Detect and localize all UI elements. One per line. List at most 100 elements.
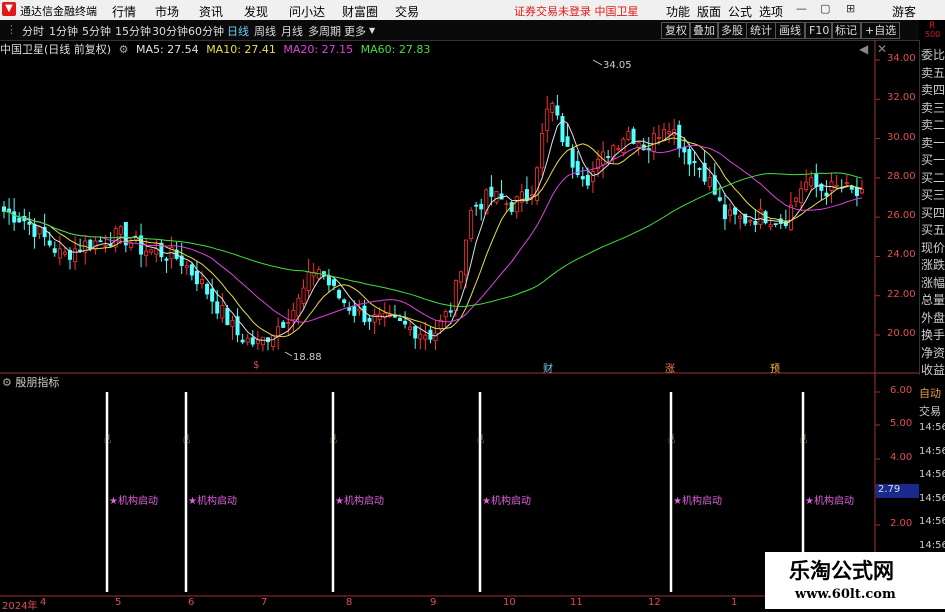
indicator-level-label: 6.00 [890,385,913,396]
candle [281,321,286,328]
quote-field-label[interactable]: 收益 [921,361,945,378]
candle [763,211,768,224]
hand-pointer-icon: ☝ [800,432,808,446]
quote-field-label[interactable]: 卖四 [921,81,945,98]
date-tick-label: 6 [188,597,195,608]
quote-field-label[interactable]: 买四 [921,204,945,221]
candle [651,133,656,152]
current-value: 2.79 [878,484,901,495]
candle [565,136,570,147]
candle [98,240,103,243]
quote-field-label[interactable]: 卖五 [921,64,945,81]
candle [367,318,372,322]
candle [2,206,7,212]
candle [32,223,37,237]
auto-label[interactable]: 自动 [919,385,941,401]
quote-field-label[interactable]: 买三 [921,186,945,203]
candle [545,108,550,131]
quote-field-label[interactable]: 换手 [921,326,945,343]
price-tick-label: 28.00 [887,170,916,182]
watermark-url: www.60lt.com [795,587,896,602]
signal-label: ★机构启动 [188,496,237,507]
candle [149,249,154,253]
current-value-box: 2.79 [876,484,919,498]
signal-label: ★机构启动 [335,496,384,507]
candle [118,226,123,235]
candle [408,326,413,331]
ma20-line [3,144,863,323]
candle [722,204,727,220]
quote-field-label[interactable]: 现价 [921,239,945,256]
candle [687,149,692,165]
candle [728,209,733,216]
trade-time: 14:56 [919,469,945,480]
candle [692,161,697,164]
price-tick-label: 26.00 [887,210,916,222]
candle [570,148,575,168]
marker-rise[interactable]: 涨 [665,360,675,375]
signal-label: ★机构启动 [673,496,722,507]
quote-field-label[interactable]: 总量 [921,291,945,308]
candle [489,186,494,197]
candle [413,326,418,339]
price-tick-label: 24.00 [887,249,916,261]
candle [479,203,484,210]
kline-chart[interactable]: 34.05 18.88 [0,0,945,609]
quote-field-label[interactable]: 涨跌 [921,256,945,273]
quote-field-label[interactable]: 卖二 [921,116,945,133]
candle [189,264,194,276]
candle [753,220,758,225]
candle [57,248,62,259]
candle [225,307,230,326]
indicator-level-label: 4.00 [890,452,913,463]
low-pointer [284,351,293,357]
candle [860,188,865,194]
candle [677,124,682,149]
candle [286,322,291,325]
ma60-line [3,172,863,308]
quote-field-label[interactable]: 外盘 [921,309,945,326]
quote-field-label[interactable]: 卖一 [921,134,945,151]
hand-pointer-icon: ☝ [330,432,338,446]
quote-field-label[interactable]: 买二 [921,169,945,186]
candle [463,239,468,276]
candle [37,226,42,235]
candle [362,305,367,323]
trade-time: 14:56 [919,492,945,504]
trade-time: 14:56 [919,516,945,527]
trade-label[interactable]: 交易 [919,403,941,419]
marker-dollar[interactable]: $ [253,360,259,371]
candle [844,182,849,185]
price-tick-label: 34.00 [887,53,916,64]
signal-label: ★机构启动 [482,496,531,507]
quote-field-label[interactable]: 净资 [921,344,945,361]
high-pointer [592,59,603,66]
candle [144,250,149,256]
ma5-line [3,119,863,341]
candle [682,147,687,153]
marker-forecast[interactable]: 预 [770,360,780,375]
quote-field-label[interactable]: 涨幅 [921,274,945,291]
candle [707,177,712,187]
indicator-settings-icon[interactable]: ⚙ [2,376,12,389]
candle [580,176,585,180]
candle [748,220,753,223]
quote-field-label[interactable]: 卖三 [921,99,945,116]
candle [606,156,611,158]
candle [357,308,362,312]
quote-field-label[interactable]: 委比 [921,46,945,63]
candle [656,137,661,139]
candle [17,217,22,223]
quote-field-label[interactable]: 买五 [921,221,945,238]
candle [540,133,545,169]
candle [636,142,641,148]
candle [550,103,555,113]
trade-time: 14:56 [919,422,945,433]
date-tick-label: 5 [115,597,122,608]
candle [616,147,621,150]
candle [697,168,702,170]
marker-finance[interactable]: 财 [543,360,553,375]
candle [103,244,108,247]
quote-field-label[interactable]: 买一 [921,151,945,168]
hand-pointer-icon: ☝ [183,432,191,446]
